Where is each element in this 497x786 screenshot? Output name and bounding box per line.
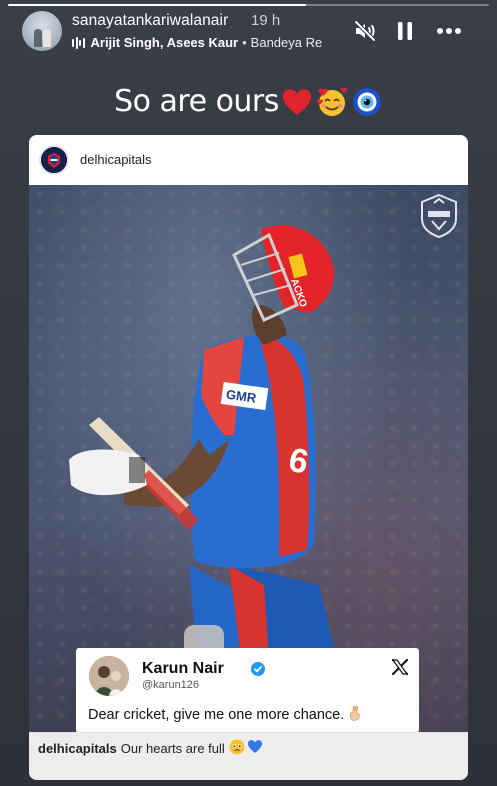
audio-bars-icon [72,36,85,49]
music-separator: • [242,35,247,50]
post-header: delhicapitals [29,135,468,185]
delhi-capitals-logo[interactable] [39,145,69,175]
nazar-amulet-icon [351,86,383,118]
verified-badge-icon [251,662,265,676]
post-footer: delhicapitals Our hearts are full [29,732,468,780]
smiling-face-with-hearts-icon [315,86,349,118]
post-caption-user[interactable]: delhicapitals [38,741,117,756]
tweet-text-content: Dear cricket, give me one more chance. [88,707,345,723]
timestamp: 19 h [251,12,281,29]
avatar[interactable] [22,11,62,51]
crossed-fingers-icon [348,705,362,725]
embedded-tweet[interactable]: Karun Nair @karun126 Dear cricket, give … [76,648,419,732]
pause-icon[interactable] [392,18,418,44]
story-header: sanayatankariwalanair 19 h Arijit Singh,… [0,8,497,56]
username[interactable]: sanayatankariwalanair [72,12,228,30]
shared-post-card[interactable]: delhicapitals 6 GMR ACKO Karun Nair @kar… [29,135,468,780]
post-caption: delhicapitals Our hearts are full [38,739,263,758]
red-heart-icon [281,87,313,117]
tweet-avatar[interactable] [89,656,129,696]
tweet-text: Dear cricket, give me one more chance. [88,705,362,725]
caption-text: So are ours [114,84,279,119]
story-progress-fill [8,4,307,6]
music-artist: Arijit Singh, Asees Kaur [90,35,239,50]
more-options-icon[interactable] [436,18,462,44]
delhi-capitals-watermark-icon [418,193,460,239]
speaker-muted-icon[interactable] [352,18,378,44]
music-attribution[interactable]: Arijit Singh, Asees Kaur • Bandeya Re [72,35,337,50]
story-progress-bar [8,4,489,6]
music-song: Bandeya Re [250,35,323,50]
story-viewer[interactable]: sanayatankariwalanair 19 h Arijit Singh,… [0,0,497,786]
tweet-author-handle[interactable]: @karun126 [142,679,199,691]
story-caption: So are ours [0,84,497,119]
tweet-author-name[interactable]: Karun Nair [142,660,224,678]
post-caption-text: Our hearts are full [120,741,225,756]
face-holding-back-tears-icon [229,739,245,758]
post-photo: 6 GMR ACKO Karun Nair @karun126 Dear cri… [29,185,468,732]
post-account-name[interactable]: delhicapitals [80,152,152,167]
blue-heart-icon [247,739,263,758]
x-logo-icon [391,658,409,676]
